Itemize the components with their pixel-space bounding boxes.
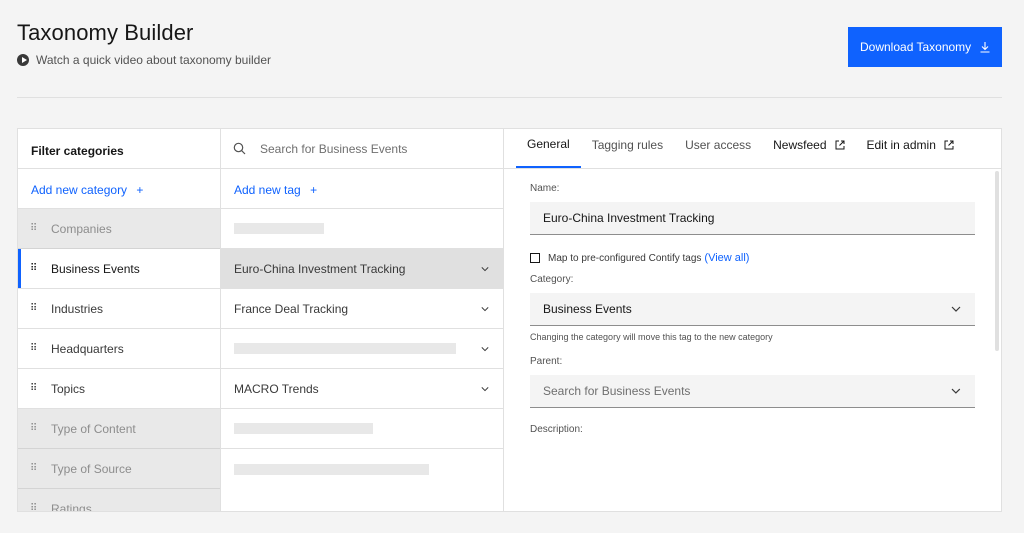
download-button-label: Download Taxonomy: [860, 40, 972, 54]
search-icon: [233, 142, 246, 155]
tag-item-skeleton: [221, 449, 503, 489]
category-select[interactable]: Business Events: [530, 293, 975, 326]
add-category-label: Add new category: [31, 183, 128, 197]
download-taxonomy-button[interactable]: Download Taxonomy: [848, 27, 1002, 67]
loading-placeholder: [234, 423, 373, 434]
name-input[interactable]: [543, 211, 961, 225]
tab-user-access[interactable]: User access: [674, 129, 762, 168]
play-icon: [17, 54, 29, 66]
tab-general[interactable]: General: [516, 129, 581, 168]
category-helper: Changing the category will move this tag…: [530, 332, 773, 342]
tab-label: General: [527, 136, 570, 151]
parent-input[interactable]: [543, 384, 952, 398]
tab-edit-in-admin[interactable]: Edit in admin: [856, 129, 965, 168]
category-item-type-of-content[interactable]: ⠿ Type of Content: [18, 409, 220, 449]
category-item-business-events[interactable]: ⠿ Business Events: [18, 249, 220, 289]
drag-handle-icon[interactable]: ⠿: [30, 463, 38, 474]
tag-item-france-deal[interactable]: France Deal Tracking: [221, 289, 503, 329]
chevron-down-icon[interactable]: [481, 305, 489, 313]
add-category-button[interactable]: Add new category +: [18, 169, 220, 209]
category-label: Type of Source: [51, 461, 132, 476]
category-item-headquarters[interactable]: ⠿ Headquarters: [18, 329, 220, 369]
details-tabs: General Tagging rules User access Newsfe…: [504, 129, 1001, 169]
category-item-industries[interactable]: ⠿ Industries: [18, 289, 220, 329]
drag-handle-icon[interactable]: ⠿: [30, 263, 38, 274]
map-tags-row: Map to pre-configured Contify tags (View…: [530, 252, 975, 264]
tab-label: Edit in admin: [866, 137, 936, 152]
header-divider: [17, 97, 1002, 98]
add-tag-button[interactable]: Add new tag +: [221, 169, 503, 209]
tab-newsfeed[interactable]: Newsfeed: [762, 129, 855, 168]
external-link-icon: [944, 140, 954, 149]
categories-header: Filter categories: [18, 129, 220, 169]
drag-handle-icon[interactable]: ⠿: [30, 303, 38, 314]
chevron-down-icon: [951, 388, 961, 394]
category-label: Category:: [530, 274, 574, 285]
tag-label: MACRO Trends: [234, 381, 319, 396]
category-item-companies[interactable]: ⠿ Companies: [18, 209, 220, 249]
plus-icon: +: [136, 183, 144, 197]
chevron-down-icon[interactable]: [481, 265, 489, 273]
category-item-topics[interactable]: ⠿ Topics: [18, 369, 220, 409]
tag-item-macro-trends[interactable]: MACRO Trends: [221, 369, 503, 409]
category-label: Headquarters: [51, 341, 124, 356]
tag-item-skeleton[interactable]: [221, 329, 503, 369]
view-all-link[interactable]: (View all): [704, 252, 749, 264]
tab-label: Tagging rules: [591, 137, 664, 152]
drag-handle-icon[interactable]: ⠿: [30, 423, 38, 434]
category-item-type-of-source[interactable]: ⠿ Type of Source: [18, 449, 220, 489]
drag-handle-icon[interactable]: ⠿: [30, 343, 38, 354]
tag-item-skeleton: [221, 409, 503, 449]
tab-tagging-rules[interactable]: Tagging rules: [581, 129, 674, 168]
category-value: Business Events: [543, 302, 632, 316]
tags-panel: Add new tag + Euro-China Investment Trac…: [220, 128, 504, 512]
chevron-down-icon[interactable]: [481, 385, 489, 393]
plus-icon: +: [310, 183, 318, 197]
loading-placeholder: [234, 463, 429, 475]
map-tags-checkbox[interactable]: [530, 253, 540, 263]
category-label: Industries: [51, 301, 104, 316]
tab-label: User access: [685, 137, 752, 152]
video-link-label: Watch a quick video about taxonomy build…: [36, 53, 272, 67]
loading-placeholder: [234, 223, 324, 234]
category-label: Type of Content: [51, 421, 136, 436]
drag-handle-icon[interactable]: ⠿: [30, 383, 38, 394]
chevron-down-icon: [951, 306, 961, 312]
tag-search: [221, 129, 503, 169]
general-form: Name: Map to pre-configured Contify tags…: [504, 169, 1001, 435]
search-input[interactable]: [260, 141, 480, 156]
parent-label: Parent:: [530, 356, 563, 367]
categories-panel: Filter categories Add new category + ⠿ C…: [17, 128, 221, 512]
page-title: Taxonomy Builder: [17, 20, 194, 45]
external-link-icon: [835, 140, 844, 149]
chevron-down-icon[interactable]: [481, 345, 489, 353]
drag-handle-icon[interactable]: ⠿: [30, 223, 38, 234]
tag-item-euro-china[interactable]: Euro-China Investment Tracking: [221, 249, 503, 289]
tag-label: Euro-China Investment Tracking: [234, 261, 406, 276]
map-tags-label: Map to pre-configured Contify tags: [548, 252, 702, 264]
tab-label: Newsfeed: [773, 137, 827, 152]
video-link[interactable]: Watch a quick video about taxonomy build…: [17, 53, 271, 67]
category-label: Topics: [51, 381, 86, 396]
category-label: Business Events: [51, 261, 140, 276]
loading-placeholder: [234, 343, 456, 354]
add-tag-label: Add new tag: [234, 183, 301, 197]
description-label: Description:: [530, 424, 583, 435]
name-field[interactable]: [530, 202, 975, 235]
name-label: Name:: [530, 183, 560, 194]
tag-item-skeleton: [221, 209, 503, 249]
category-label: Companies: [51, 221, 112, 236]
scrollbar[interactable]: [995, 171, 999, 351]
parent-select[interactable]: [530, 375, 975, 408]
download-icon: [980, 42, 990, 53]
category-label: Ratings: [51, 501, 92, 512]
tag-label: France Deal Tracking: [234, 301, 349, 316]
details-panel: General Tagging rules User access Newsfe…: [503, 128, 1002, 512]
category-item-ratings[interactable]: ⠿ Ratings: [18, 489, 220, 512]
drag-handle-icon[interactable]: ⠿: [30, 503, 38, 511]
